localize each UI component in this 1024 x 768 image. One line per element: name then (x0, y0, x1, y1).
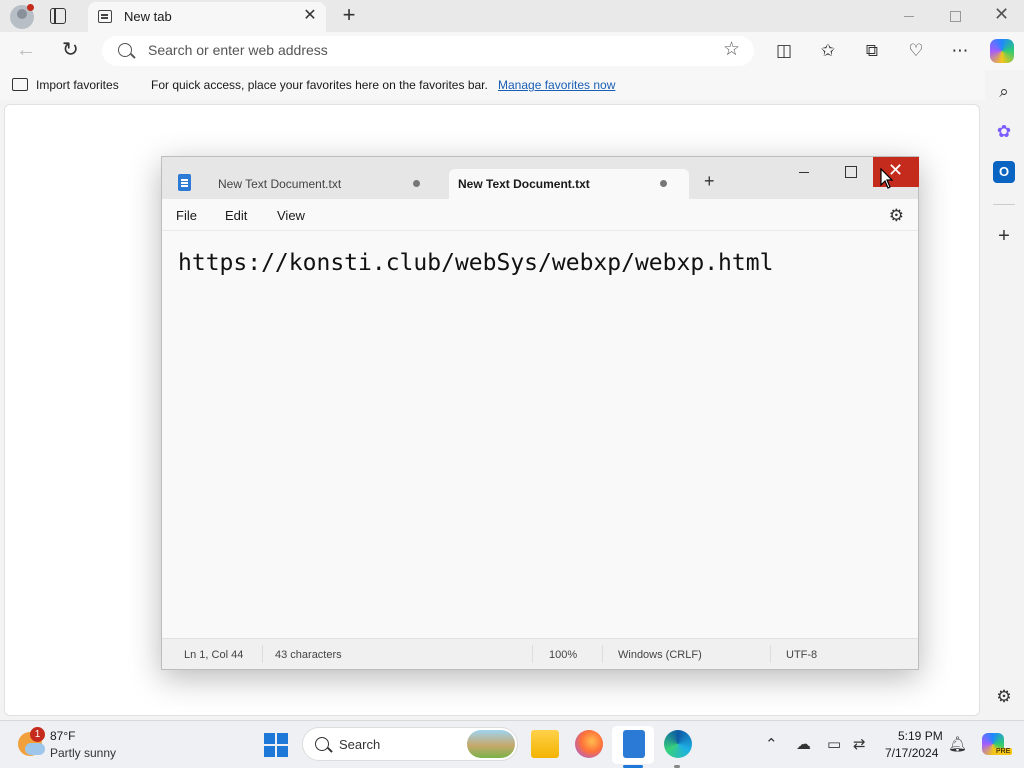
new-tab-favicon-icon (98, 10, 112, 23)
menu-file[interactable]: File (176, 208, 197, 223)
clock-date[interactable]: 7/17/2024 (885, 746, 938, 760)
browser-tab-new-tab[interactable]: New tab ✕ (88, 2, 326, 32)
status-separator (262, 645, 263, 663)
onedrive-icon[interactable]: ☁ (796, 735, 811, 753)
windows-taskbar: 1 87°F Partly sunny Search ⌃ ☁ ▭ ⇄ 5:19 … (0, 720, 1024, 768)
refresh-icon[interactable]: ↻ (62, 39, 79, 61)
notepad-new-tab-button[interactable]: + (704, 171, 715, 192)
outlook-icon[interactable]: O (993, 161, 1015, 183)
clock-time[interactable]: 5:19 PM (898, 729, 943, 743)
edge-icon[interactable] (664, 730, 692, 758)
favorites-bar: Import favorites For quick access, place… (0, 70, 985, 100)
weather-badge: 1 (30, 727, 45, 742)
editor-text[interactable]: https://konsti.club/webSys/webxp/webxp.h… (178, 250, 773, 276)
network-icon[interactable]: ⇄ (853, 735, 866, 753)
mouse-cursor-icon (880, 168, 894, 189)
search-icon (118, 43, 132, 57)
back-arrow-icon[interactable]: ← (16, 40, 36, 60)
cursor-position: Ln 1, Col 44 (184, 649, 244, 661)
address-input[interactable]: Search or enter web address (148, 42, 328, 58)
address-bar[interactable]: Search or enter web address ☆ (102, 36, 754, 66)
sidebar-divider (993, 204, 1015, 205)
close-tab-icon[interactable]: ✕ (302, 8, 318, 24)
taskbar-search[interactable]: Search (302, 727, 518, 761)
notepad-titlebar: New Text Document.txt New Text Document.… (162, 157, 919, 199)
menu-view[interactable]: View (277, 208, 305, 223)
line-ending[interactable]: Windows (CRLF) (618, 649, 702, 661)
browser-essentials-icon[interactable]: ♡ (906, 41, 926, 61)
notepad-menubar: File Edit View ⚙ (162, 199, 918, 231)
notepad-tab-1[interactable]: New Text Document.txt (202, 169, 442, 199)
file-explorer-icon[interactable] (531, 730, 559, 758)
notepad-window: New Text Document.txt New Text Document.… (161, 156, 919, 670)
character-count: 43 characters (275, 649, 342, 661)
status-separator (602, 645, 603, 663)
notepad-tab-2[interactable]: New Text Document.txt (449, 169, 689, 199)
notepad-app-icon (178, 174, 191, 191)
import-favorites-icon (12, 78, 28, 91)
favorite-star-icon[interactable]: ☆ (723, 40, 740, 60)
notepad-minimize-button[interactable] (781, 157, 827, 187)
zoom-level[interactable]: 100% (549, 649, 577, 661)
notepad-editor[interactable]: https://konsti.club/webSys/webxp/webxp.h… (162, 232, 918, 638)
favorites-hint-text: For quick access, place your favorites h… (151, 78, 488, 92)
windows-logo-icon (264, 733, 275, 744)
menu-edit[interactable]: Edit (225, 208, 247, 223)
browser-minimize-button[interactable] (886, 0, 932, 32)
notepad-statusbar: Ln 1, Col 44 43 characters 100% Windows … (162, 638, 918, 669)
settings-icon[interactable]: ⚙ (993, 686, 1015, 708)
show-hidden-icons-chevron-icon[interactable]: ⌃ (765, 735, 778, 753)
display-icon[interactable]: ▭ (827, 735, 841, 753)
settings-gear-icon[interactable]: ⚙ (889, 206, 904, 226)
notepad-tab-title: New Text Document.txt (218, 177, 342, 191)
copilot-preview-badge: PRE (994, 748, 1013, 755)
browser-restore-button[interactable] (932, 0, 978, 32)
weather-temperature[interactable]: 87°F (50, 729, 75, 743)
browser-tab-title: New tab (124, 9, 172, 24)
firefox-icon[interactable] (575, 730, 603, 758)
import-favorites-button[interactable]: Import favorites (36, 78, 119, 92)
browser-toolbar: ← ↻ Search or enter web address ☆ ◫ ✩ ⧉ … (0, 32, 1024, 70)
add-icon[interactable]: + (993, 225, 1015, 247)
close-icon: ✕ (994, 4, 1010, 24)
notepad-tab-title: New Text Document.txt (458, 177, 590, 191)
start-button[interactable] (264, 733, 288, 757)
tab-actions-icon[interactable] (50, 8, 66, 24)
browser-titlebar: New tab ✕ + ✕ (0, 0, 1024, 32)
status-separator (532, 645, 533, 663)
search-icon (315, 737, 329, 751)
encoding[interactable]: UTF-8 (786, 649, 817, 661)
status-separator (770, 645, 771, 663)
search-highlight-image (467, 730, 515, 758)
notepad-icon[interactable] (623, 730, 645, 758)
notification-bell-icon[interactable]: 🔔︎ (948, 735, 967, 753)
favorites-icon[interactable]: ✩ (818, 41, 838, 61)
browser-sidebar: ⌕ ✿ O + ⚙ (985, 70, 1024, 720)
sidebar-search-icon[interactable]: ⌕ (993, 81, 1015, 103)
manage-favorites-link[interactable]: Manage favorites now (498, 78, 615, 92)
weather-description[interactable]: Partly sunny (50, 746, 116, 760)
more-icon[interactable]: ⋯ (950, 41, 970, 61)
split-screen-icon[interactable]: ◫ (774, 41, 794, 61)
notepad-maximize-button[interactable] (827, 157, 873, 187)
browser-close-button[interactable]: ✕ (978, 0, 1024, 32)
collections-icon[interactable]: ⧉ (862, 41, 882, 61)
unsaved-dot-icon[interactable] (413, 180, 420, 187)
profile-notification-dot (27, 4, 34, 11)
new-tab-button[interactable]: + (338, 4, 360, 26)
copilot-icon[interactable] (990, 39, 1014, 63)
unsaved-dot-icon[interactable] (660, 180, 667, 187)
copilot-sidebar-icon[interactable]: ✿ (993, 121, 1015, 143)
taskbar-search-label: Search (339, 737, 381, 752)
